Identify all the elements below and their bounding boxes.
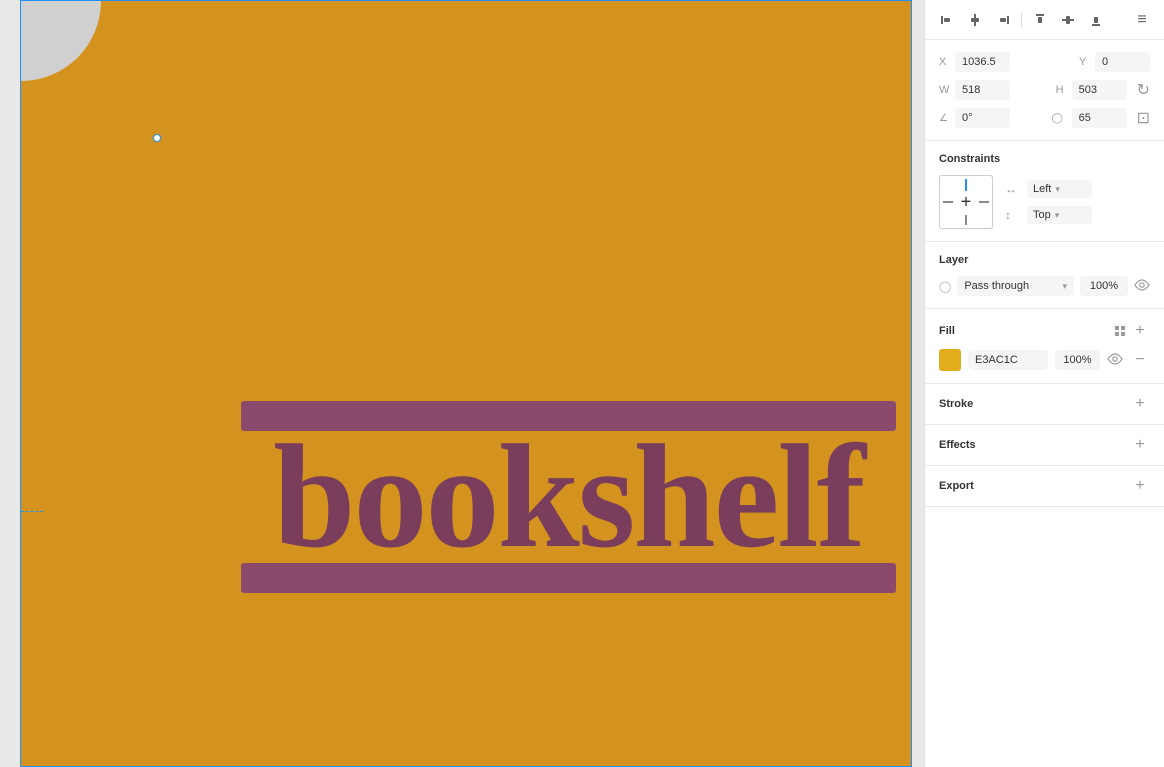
artboard: bookshelf — [20, 0, 912, 767]
blend-mode-icon: ◯ — [939, 280, 951, 293]
chevron-down-icon: ▾ — [1055, 184, 1060, 195]
fill-add-button[interactable]: + — [1130, 321, 1150, 341]
export-section: Export + — [925, 466, 1164, 507]
angle-corner-row: ∠ 0° ◯ 65 ⊡ — [939, 108, 1150, 128]
corner-icon-button[interactable]: ⊡ — [1137, 108, 1150, 128]
h-value[interactable]: 503 — [1072, 80, 1127, 100]
position-size-section: X 1036.5 Y 0 W 518 H 503 ↻ ∠ 0° ◯ 65 ⊡ — [925, 40, 1164, 141]
horizontal-constraint-icon: ↔ — [1005, 182, 1021, 196]
constraint-bottom-indicator — [965, 215, 967, 225]
wh-row: W 518 H 503 ↻ — [939, 80, 1150, 100]
align-separator — [1021, 12, 1022, 28]
right-panel: ≡ X 1036.5 Y 0 W 518 H 503 ↻ ∠ 0° ◯ 65 ⊡ — [924, 0, 1164, 767]
horizontal-constraint-value: Left — [1033, 183, 1051, 195]
bookshelf-container: bookshelf — [241, 401, 896, 593]
stroke-add-button[interactable]: + — [1130, 394, 1150, 414]
fill-color-swatch[interactable] — [939, 349, 961, 371]
angle-value[interactable]: 0° — [955, 108, 1010, 128]
align-middle-button[interactable] — [1056, 8, 1080, 32]
angle-label: ∠ — [939, 113, 949, 124]
stroke-section: Stroke + — [925, 384, 1164, 425]
align-toolbar: ≡ — [925, 0, 1164, 40]
constraint-box[interactable]: + — [939, 175, 993, 229]
layer-row: ◯ Pass through ▾ 100% — [939, 276, 1150, 296]
x-label: X — [939, 56, 949, 68]
corner-label: ◯ — [1052, 113, 1066, 124]
align-bottom-button[interactable] — [1084, 8, 1108, 32]
horizontal-constraint-select[interactable]: Left ▾ — [1027, 180, 1092, 198]
fill-opacity-input[interactable]: 100% — [1055, 350, 1100, 370]
fill-visibility-button[interactable] — [1107, 353, 1123, 368]
bookshelf-text: bookshelf — [241, 423, 896, 571]
constraint-right-indicator — [979, 201, 989, 203]
export-title: Export — [939, 480, 1130, 492]
constraint-top-indicator — [965, 179, 967, 191]
fill-row: E3AC1C 100% − — [939, 349, 1150, 371]
stroke-title: Stroke — [939, 398, 1130, 410]
opacity-input[interactable]: 100% — [1080, 276, 1128, 296]
vertical-constraint-icon: ↕ — [1005, 208, 1021, 222]
vertical-constraint-row: ↕ Top ▾ — [1005, 206, 1092, 224]
align-right-button[interactable] — [991, 8, 1015, 32]
lock-ratio-button[interactable]: ↻ — [1137, 80, 1150, 100]
fill-remove-button[interactable]: − — [1130, 350, 1150, 370]
constraints-section: Constraints + ↔ Left ▾ — [925, 141, 1164, 242]
effects-title: Effects — [939, 439, 1130, 451]
corner-value[interactable]: 65 — [1072, 108, 1127, 128]
export-add-button[interactable]: + — [1130, 476, 1150, 496]
canvas: bookshelf — [0, 0, 924, 767]
fill-section-header: Fill + — [939, 321, 1150, 341]
w-label: W — [939, 84, 949, 96]
fill-section: Fill + E3AC1C 100% − — [925, 309, 1164, 384]
x-value[interactable]: 1036.5 — [955, 52, 1010, 72]
effects-section: Effects + — [925, 425, 1164, 466]
layer-section: Layer ◯ Pass through ▾ 100% — [925, 242, 1164, 309]
horizontal-constraint-row: ↔ Left ▾ — [1005, 180, 1092, 198]
align-left-button[interactable] — [935, 8, 959, 32]
artboard-corner — [21, 1, 101, 81]
selection-dot — [153, 134, 161, 142]
fill-hex-input[interactable]: E3AC1C — [968, 350, 1048, 370]
layer-title: Layer — [939, 254, 1150, 266]
chevron-down-icon-2: ▾ — [1055, 210, 1060, 221]
constraint-controls: ↔ Left ▾ ↕ Top ▾ — [1005, 180, 1092, 224]
blend-chevron-icon: ▾ — [1062, 281, 1067, 292]
fill-grid-button[interactable] — [1110, 321, 1130, 341]
effects-add-button[interactable]: + — [1130, 435, 1150, 455]
more-options-button[interactable]: ≡ — [1130, 8, 1154, 32]
visibility-button[interactable] — [1134, 279, 1150, 294]
w-value[interactable]: 518 — [955, 80, 1010, 100]
vertical-constraint-value: Top — [1033, 209, 1051, 221]
align-top-button[interactable] — [1028, 8, 1052, 32]
y-value[interactable]: 0 — [1095, 52, 1150, 72]
blend-mode-button[interactable]: Pass through ▾ — [957, 276, 1074, 296]
constraint-center-plus: + — [961, 192, 972, 213]
constraints-title: Constraints — [939, 153, 1150, 165]
blend-mode-value: Pass through — [964, 280, 1029, 292]
constraint-left-indicator — [943, 201, 953, 203]
h-label: H — [1056, 84, 1066, 96]
xy-row: X 1036.5 Y 0 — [939, 52, 1150, 72]
constraints-inner: + ↔ Left ▾ ↕ Top ▾ — [939, 175, 1150, 229]
vertical-constraint-select[interactable]: Top ▾ — [1027, 206, 1092, 224]
dashed-line — [21, 511, 43, 512]
align-center-h-button[interactable] — [963, 8, 987, 32]
fill-title: Fill — [939, 325, 1110, 337]
y-label: Y — [1079, 56, 1089, 68]
